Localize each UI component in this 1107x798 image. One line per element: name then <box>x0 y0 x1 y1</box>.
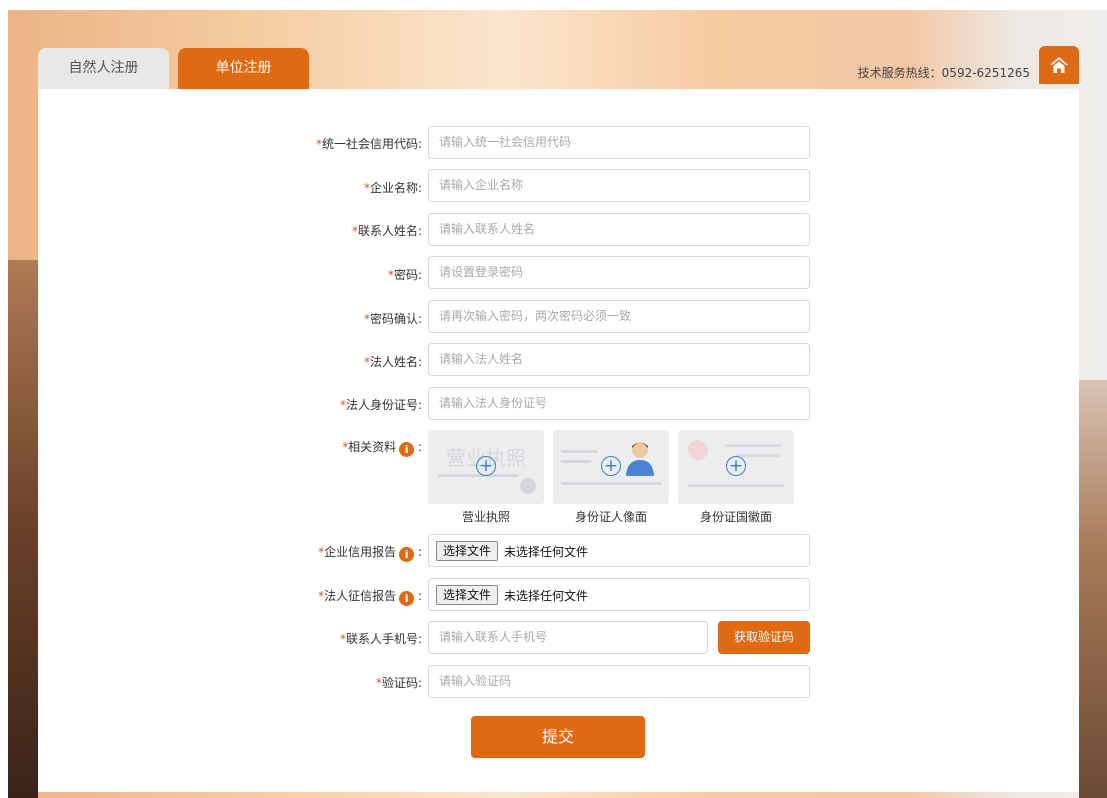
info-icon[interactable]: i <box>399 442 415 457</box>
service-hotline: 技术服务热线：0592-6251265 <box>857 66 1030 80</box>
add-icon: + <box>726 456 746 476</box>
phone-label: *联系人手机号: <box>339 632 422 646</box>
legal-report-choose-file-button[interactable]: 选择文件 <box>436 585 498 605</box>
background-right-edge <box>1079 380 1107 798</box>
placeholder-line <box>561 482 661 485</box>
legal-id-input[interactable]: 请输入法人身份证号 <box>428 387 810 420</box>
upload-id-portrait[interactable]: + <box>553 430 669 504</box>
placeholder-line <box>438 474 518 477</box>
tab-natural-person[interactable]: 自然人注册 <box>38 48 169 89</box>
background-left-edge <box>8 260 38 798</box>
get-code-button[interactable]: 获取验证码 <box>718 621 810 654</box>
field-label: *联系人姓名: <box>351 224 422 238</box>
upload-id-emblem[interactable]: + <box>678 430 794 504</box>
materials-label: *相关资料 i : <box>342 440 422 457</box>
id-emblem-caption: 身份证国徽面 <box>699 510 772 524</box>
person-icon <box>626 442 654 476</box>
field-label: *密码: <box>387 268 422 282</box>
placeholder-line <box>561 450 597 453</box>
home-icon <box>1050 57 1068 73</box>
captcha-input[interactable]: 请输入验证码 <box>428 665 810 698</box>
company-name-input[interactable]: 请输入企业名称 <box>428 169 810 202</box>
field-label: *密码确认: <box>363 312 422 326</box>
business-license-caption: 营业执照 <box>461 510 510 524</box>
placeholder-line <box>688 484 784 487</box>
upload-business-license[interactable]: 营业执照 + <box>428 430 544 504</box>
credit-report-file-status: 未选择任何文件 <box>504 545 589 559</box>
info-icon[interactable]: i <box>399 547 415 562</box>
credit-code-input[interactable]: 请输入统一社会信用代码 <box>428 126 810 159</box>
contact-name-input[interactable]: 请输入联系人姓名 <box>428 213 810 246</box>
tab-company[interactable]: 单位注册 <box>178 48 309 89</box>
password-confirm-input[interactable]: 请再次输入密码，两次密码必须一致 <box>428 300 810 333</box>
placeholder-line <box>561 460 591 463</box>
credit-report-label: *企业信用报告 i : <box>318 545 422 562</box>
legal-report-file-status: 未选择任何文件 <box>504 589 589 603</box>
field-label: *统一社会信用代码: <box>315 137 422 151</box>
add-icon: + <box>601 456 621 476</box>
add-icon: + <box>476 456 496 476</box>
legal-name-input[interactable]: 请输入法人姓名 <box>428 343 810 376</box>
phone-input[interactable]: 请输入联系人手机号 <box>428 621 708 654</box>
password-input[interactable]: 请设置登录密码 <box>428 256 810 289</box>
home-button[interactable] <box>1039 46 1079 84</box>
legal-report-label: *法人征信报告 i : <box>318 589 422 606</box>
placeholder-line <box>726 444 782 447</box>
info-icon[interactable]: i <box>399 591 415 606</box>
field-label: *法人姓名: <box>363 355 422 369</box>
captcha-label: *验证码: <box>375 676 422 690</box>
seal-placeholder <box>520 478 536 494</box>
field-label: *企业名称: <box>363 181 422 195</box>
submit-button[interactable]: 提交 <box>471 716 645 758</box>
id-portrait-caption: 身份证人像面 <box>574 510 647 524</box>
credit-report-choose-file-button[interactable]: 选择文件 <box>436 541 498 561</box>
emblem-icon <box>688 440 708 460</box>
field-label: *法人身份证号: <box>339 398 422 412</box>
